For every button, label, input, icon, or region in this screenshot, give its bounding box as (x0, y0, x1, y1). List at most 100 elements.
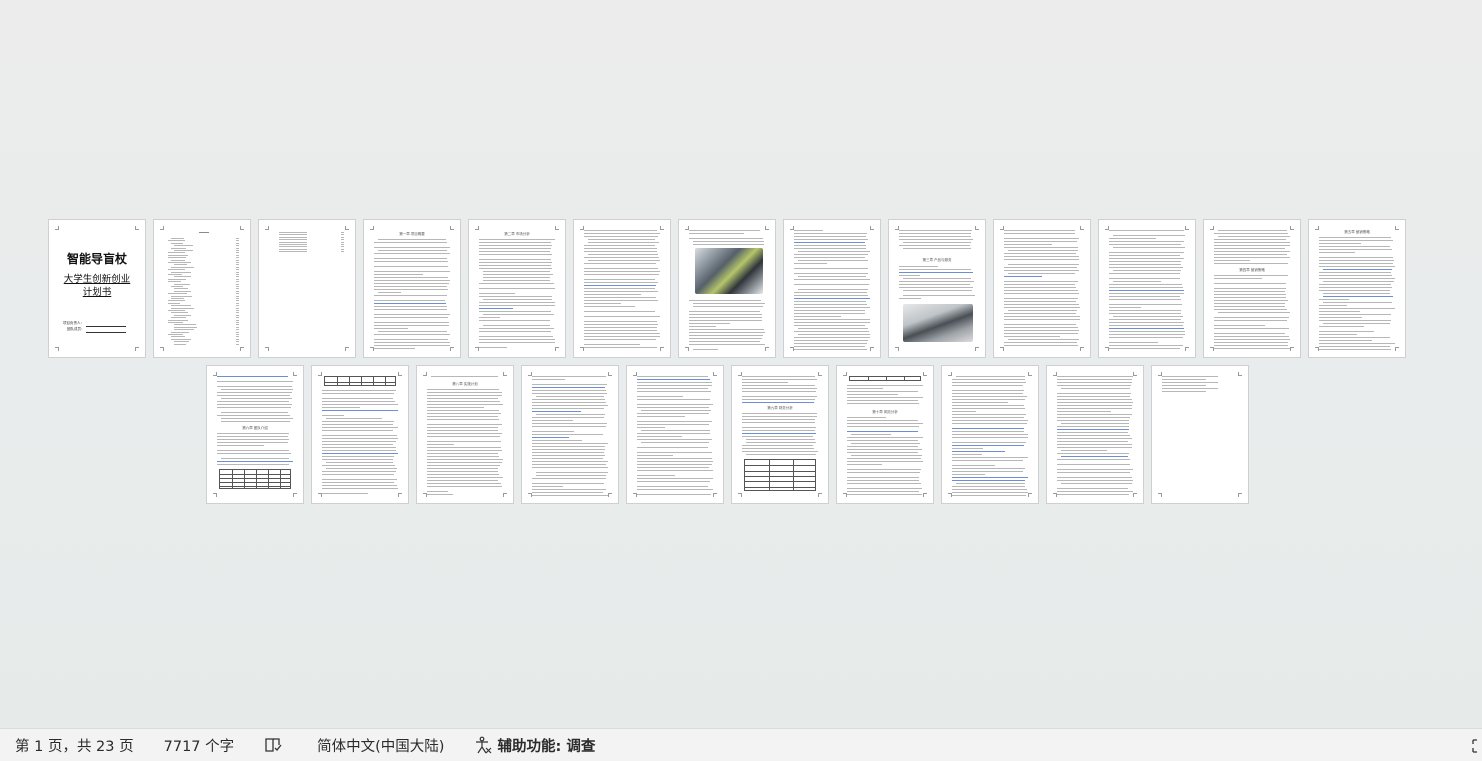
page-thumbnail-6[interactable] (573, 219, 671, 358)
page-thumbnail-5[interactable]: 第二章 市场分析 (468, 219, 566, 358)
page-thumbnail-16[interactable]: 第八章 实施计划 (416, 365, 514, 504)
text-line (1004, 267, 1077, 268)
text-line (1214, 320, 1287, 321)
proofing-button[interactable] (249, 729, 302, 761)
text-line (637, 447, 708, 448)
focus-mode-button[interactable] (1468, 729, 1482, 761)
text-line (1109, 293, 1184, 294)
page-number-indicator[interactable]: 第 1 页，共 23 页 (0, 729, 149, 761)
text-line (532, 390, 606, 391)
text-line (427, 413, 501, 414)
text-line (1004, 342, 1077, 343)
text-line (637, 385, 712, 386)
page-margin-mark (1133, 493, 1137, 497)
text-line (1004, 313, 1076, 314)
text-line (236, 245, 239, 247)
page-thumbnail-20[interactable]: 第十章 风险分析 (836, 365, 934, 504)
text-line (171, 338, 191, 340)
text-line (168, 254, 188, 256)
text-line (236, 295, 239, 297)
text-line (427, 407, 484, 408)
text-line (693, 244, 764, 245)
text-line (427, 491, 448, 492)
text-line (1061, 423, 1129, 424)
text-line (637, 399, 710, 400)
page-thumbnail-3[interactable] (258, 219, 356, 358)
page-thumbnail-14[interactable]: 第六章 团队介绍 (206, 365, 304, 504)
text-line (903, 290, 972, 291)
text-line (588, 239, 655, 240)
text-line (174, 329, 194, 331)
text-line (1214, 278, 1262, 279)
page-thumbnail-11[interactable] (1098, 219, 1196, 358)
text-line (1004, 345, 1078, 346)
page-thumbnail-9[interactable]: 第三章 产品与服务 (888, 219, 986, 358)
page-thumbnail-2[interactable] (153, 219, 251, 358)
text-line (427, 468, 498, 469)
text-line (847, 472, 920, 473)
page-thumbnail-22[interactable] (1046, 365, 1144, 504)
text-line (374, 303, 446, 304)
text-line (217, 404, 292, 405)
page-thumbnail-19[interactable]: 第九章 财务分析 (731, 365, 829, 504)
page-thumbnail-18[interactable] (626, 365, 724, 504)
text-line (794, 273, 868, 274)
page-thumbnail-8[interactable] (783, 219, 881, 358)
text-line (236, 281, 239, 283)
text-line (431, 376, 498, 377)
text-line (746, 454, 816, 455)
text-line (532, 492, 603, 493)
text-line (322, 465, 395, 466)
text-line (952, 442, 1026, 443)
page-thumbnail-1[interactable]: 智能导盲杖 大学生创新创业 计划书 项目负责人： 团队成员： (48, 219, 146, 358)
page-thumbnail-17[interactable] (521, 365, 619, 504)
text-line (532, 455, 605, 456)
page-thumbnail-21[interactable] (941, 365, 1039, 504)
text-line (171, 312, 188, 314)
text-line (1319, 334, 1357, 335)
accessibility-icon (476, 736, 492, 754)
text-line (171, 331, 189, 333)
text-line (1057, 402, 1133, 403)
text-line (637, 475, 675, 476)
page-thumbnail-15[interactable] (311, 365, 409, 504)
text-line (689, 300, 761, 301)
page-thumbnail-13[interactable]: 第五章 营销策略 (1308, 219, 1406, 358)
word-count-indicator[interactable]: 7717 个字 (149, 729, 250, 761)
text-line (1319, 284, 1391, 285)
text-line (236, 329, 239, 331)
text-line (427, 447, 501, 448)
text-line (1004, 281, 1078, 282)
text-line (742, 379, 817, 380)
chapter-heading: 第八章 实施计划 (452, 382, 478, 386)
page-thumbnail-4[interactable]: 第一章 项目概要 (363, 219, 461, 358)
text-line (637, 421, 712, 422)
text-line (322, 435, 397, 436)
text-line (483, 277, 550, 278)
chapter-heading: 第十章 风险分析 (872, 410, 898, 414)
text-line (217, 464, 289, 465)
accessibility-button[interactable]: 辅助功能: 调查 (459, 729, 610, 761)
text-line (847, 426, 919, 427)
text-line (532, 411, 581, 412)
text-line (1109, 244, 1181, 245)
text-line (236, 314, 239, 316)
text-line (952, 486, 1025, 487)
text-line (236, 341, 239, 343)
page-thumbnail-10[interactable] (993, 219, 1091, 358)
text-line (1214, 342, 1288, 343)
page-thumbnail-23[interactable] (1151, 365, 1249, 504)
language-indicator[interactable]: 简体中文(中国大陆) (302, 729, 459, 761)
text-line (1061, 388, 1130, 389)
text-line (221, 421, 290, 422)
text-line (584, 297, 656, 298)
page-margin-mark (555, 347, 559, 351)
page-thumbnail-12[interactable]: 第四章 营销策略 (1203, 219, 1301, 358)
text-line (174, 245, 193, 247)
text-line (794, 248, 866, 249)
page-thumbnail-7[interactable] (678, 219, 776, 358)
text-line (794, 322, 870, 323)
page-row-1: 智能导盲杖 大学生创新创业 计划书 项目负责人： 团队成员： 第一章 项目概要 第二章 市场… (0, 219, 1482, 359)
text-line (798, 334, 870, 335)
page-margin-mark (240, 347, 244, 351)
